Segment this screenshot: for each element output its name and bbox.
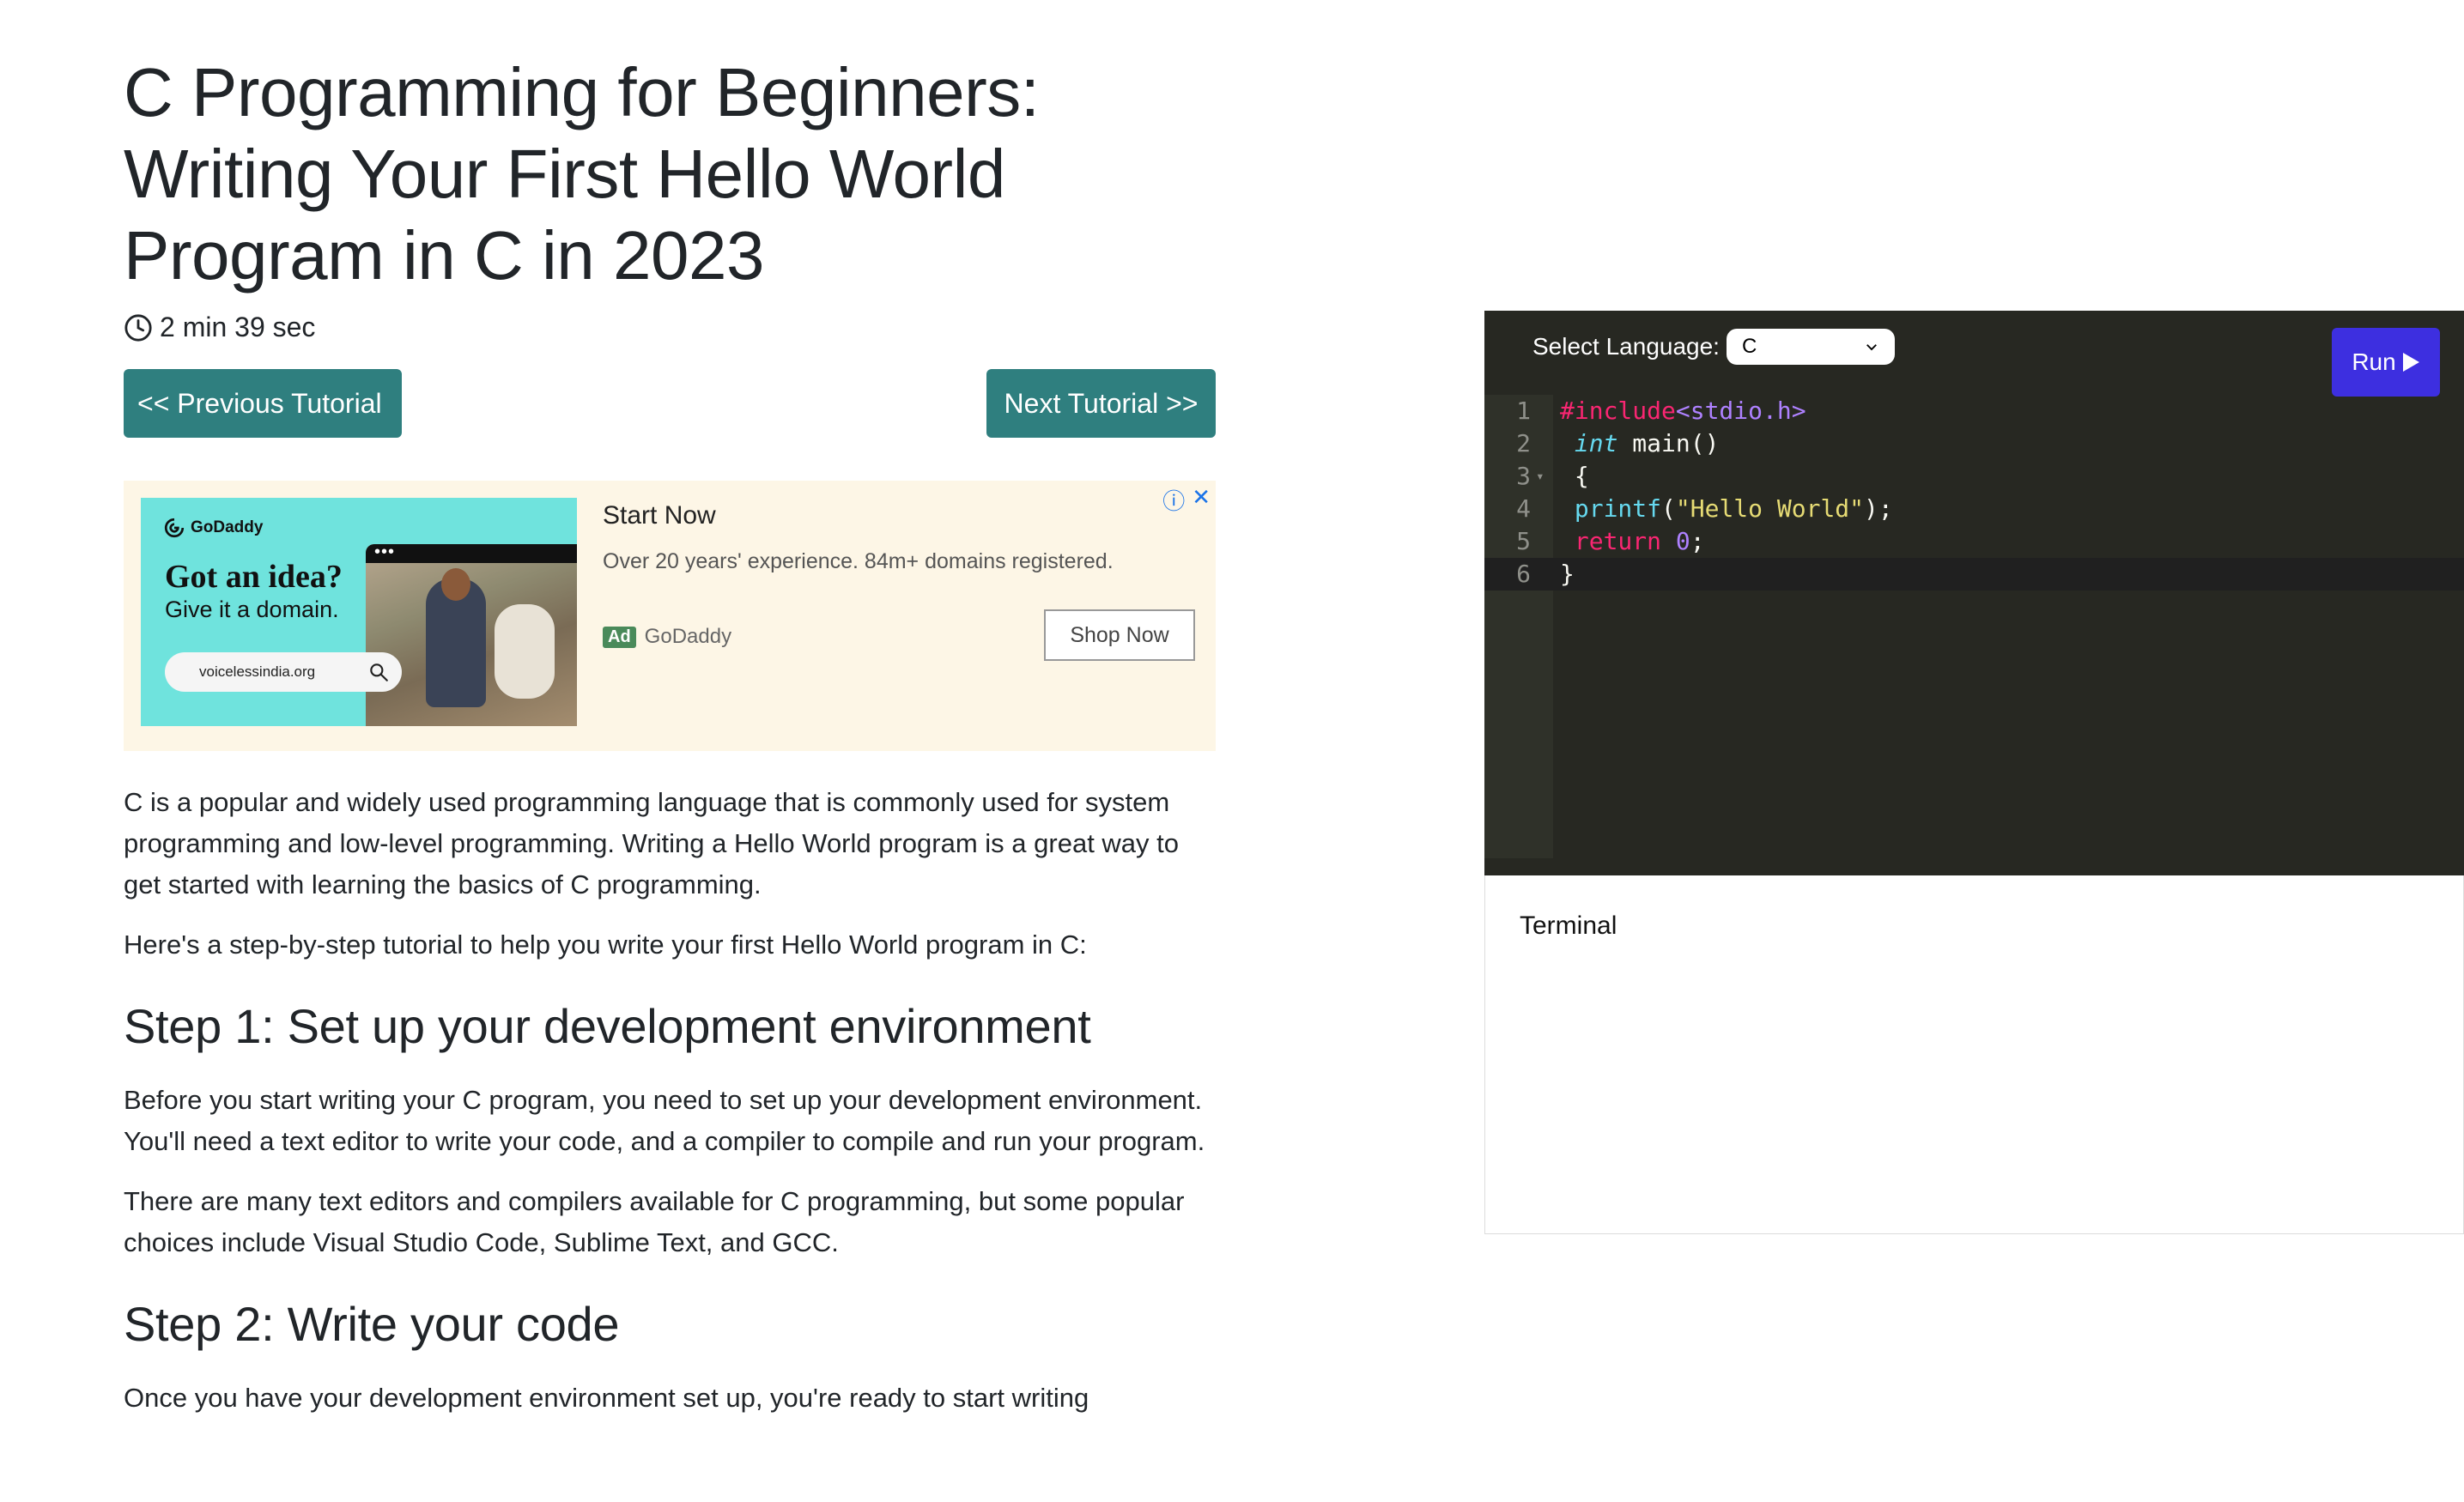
- ad-title[interactable]: Start Now: [603, 501, 1199, 530]
- step1-paragraph-2: There are many text editors and compiler…: [124, 1186, 1185, 1257]
- step2-heading: Step 2: Write your code: [124, 1297, 620, 1351]
- step1-paragraph-1: Before you start writing your C program,…: [124, 1085, 1205, 1156]
- ad-controls: ⓘ ✕: [1162, 484, 1211, 516]
- language-select-value: C: [1741, 335, 1757, 358]
- terminal-label: Terminal: [1520, 911, 1617, 940]
- ad-photo: •••: [366, 542, 577, 726]
- step2-paragraph-partial: Once you have your development environme…: [124, 1383, 1089, 1413]
- godaddy-logo-icon: [164, 518, 185, 538]
- code-line: 5 return 0;: [1484, 525, 2464, 558]
- code-text: #include<stdio.h>: [1560, 397, 1806, 425]
- ad-banner[interactable]: GoDaddy Got an idea? Give it a domain. •…: [124, 481, 1216, 751]
- ad-photo-head: [441, 568, 470, 601]
- code-area[interactable]: 1 #include<stdio.h> 2 int main() 3 ▾ { 4…: [1484, 395, 2464, 858]
- code-line: 1 #include<stdio.h>: [1484, 395, 2464, 427]
- shop-now-button[interactable]: Shop Now: [1044, 609, 1195, 661]
- intro-paragraph-1: C is a popular and widely used programmi…: [124, 787, 1180, 899]
- next-tutorial-button[interactable]: Next Tutorial >>: [986, 369, 1216, 438]
- code-editor-panel: Select Language: C Run 1 #include<stdio.…: [1484, 311, 2464, 875]
- intro-paragraph-2: Here's a step-by-step tutorial to help y…: [124, 930, 1087, 960]
- run-button-label: Run: [2352, 348, 2396, 375]
- code-text: int main(): [1574, 429, 1720, 457]
- terminal-panel[interactable]: Terminal: [1484, 875, 2464, 1234]
- read-time-text: 2 min 39 sec: [160, 312, 316, 342]
- clock-icon: [124, 313, 152, 342]
- code-line-active: 6 }: [1484, 558, 2464, 591]
- line-number: 4: [1516, 494, 1531, 523]
- close-icon[interactable]: ✕: [1192, 484, 1211, 516]
- ad-text: Start Now Over 20 years' experience. 84m…: [603, 498, 1199, 661]
- language-select[interactable]: C: [1726, 329, 1895, 365]
- code-line: 2 int main(): [1484, 427, 2464, 460]
- info-icon[interactable]: ⓘ: [1162, 484, 1185, 516]
- code-text: }: [1560, 560, 1575, 588]
- ad-badge: Ad: [603, 626, 636, 648]
- code-text: {: [1560, 462, 1589, 490]
- fold-arrow-icon[interactable]: ▾: [1536, 460, 1545, 493]
- ad-photo-dog: [495, 604, 555, 699]
- chevron-down-icon: [1866, 344, 1877, 351]
- code-line: 4 printf("Hello World");: [1484, 493, 2464, 525]
- line-number: 6: [1516, 560, 1531, 588]
- language-selector: Select Language: C: [1532, 329, 1895, 365]
- line-number: 1: [1516, 397, 1531, 425]
- play-icon: [2402, 353, 2419, 372]
- code-text: return 0;: [1574, 527, 1705, 555]
- search-icon: [370, 663, 388, 681]
- line-number: 3: [1516, 462, 1531, 490]
- ad-photo-bar: [366, 544, 577, 563]
- ad-image[interactable]: GoDaddy Got an idea? Give it a domain. •…: [141, 498, 577, 726]
- ad-source: Ad GoDaddy: [603, 625, 731, 649]
- code-text: printf("Hello World");: [1574, 494, 1893, 523]
- ad-image-subline: Give it a domain.: [165, 597, 339, 622]
- ad-description: Over 20 years' experience. 84m+ domains …: [603, 549, 1114, 573]
- language-label: Select Language:: [1532, 333, 1720, 360]
- ad-logo-text: GoDaddy: [191, 518, 264, 536]
- ad-source-name: GoDaddy: [644, 625, 732, 648]
- page-title: C Programming for Beginners: Writing You…: [124, 54, 1040, 294]
- read-time: 2 min 39 sec: [124, 312, 1216, 343]
- previous-tutorial-button[interactable]: << Previous Tutorial: [124, 369, 402, 438]
- code-line: 3 ▾ {: [1484, 460, 2464, 493]
- ad-image-search-text: voicelessindia.org: [199, 663, 316, 680]
- ad-image-headline: Got an idea?: [165, 559, 343, 595]
- more-dots-icon: •••: [374, 542, 396, 561]
- line-number: 2: [1516, 429, 1531, 457]
- step1-heading: Step 1: Set up your development environm…: [124, 999, 1091, 1053]
- tutorial-nav: << Previous Tutorial Next Tutorial >>: [124, 369, 1216, 438]
- line-number: 5: [1516, 527, 1531, 555]
- ad-logo: GoDaddy: [163, 517, 263, 539]
- ad-image-search: voicelessindia.org: [165, 652, 402, 692]
- article: C Programming for Beginners: Writing You…: [124, 51, 1216, 1419]
- run-button[interactable]: Run: [2332, 328, 2440, 397]
